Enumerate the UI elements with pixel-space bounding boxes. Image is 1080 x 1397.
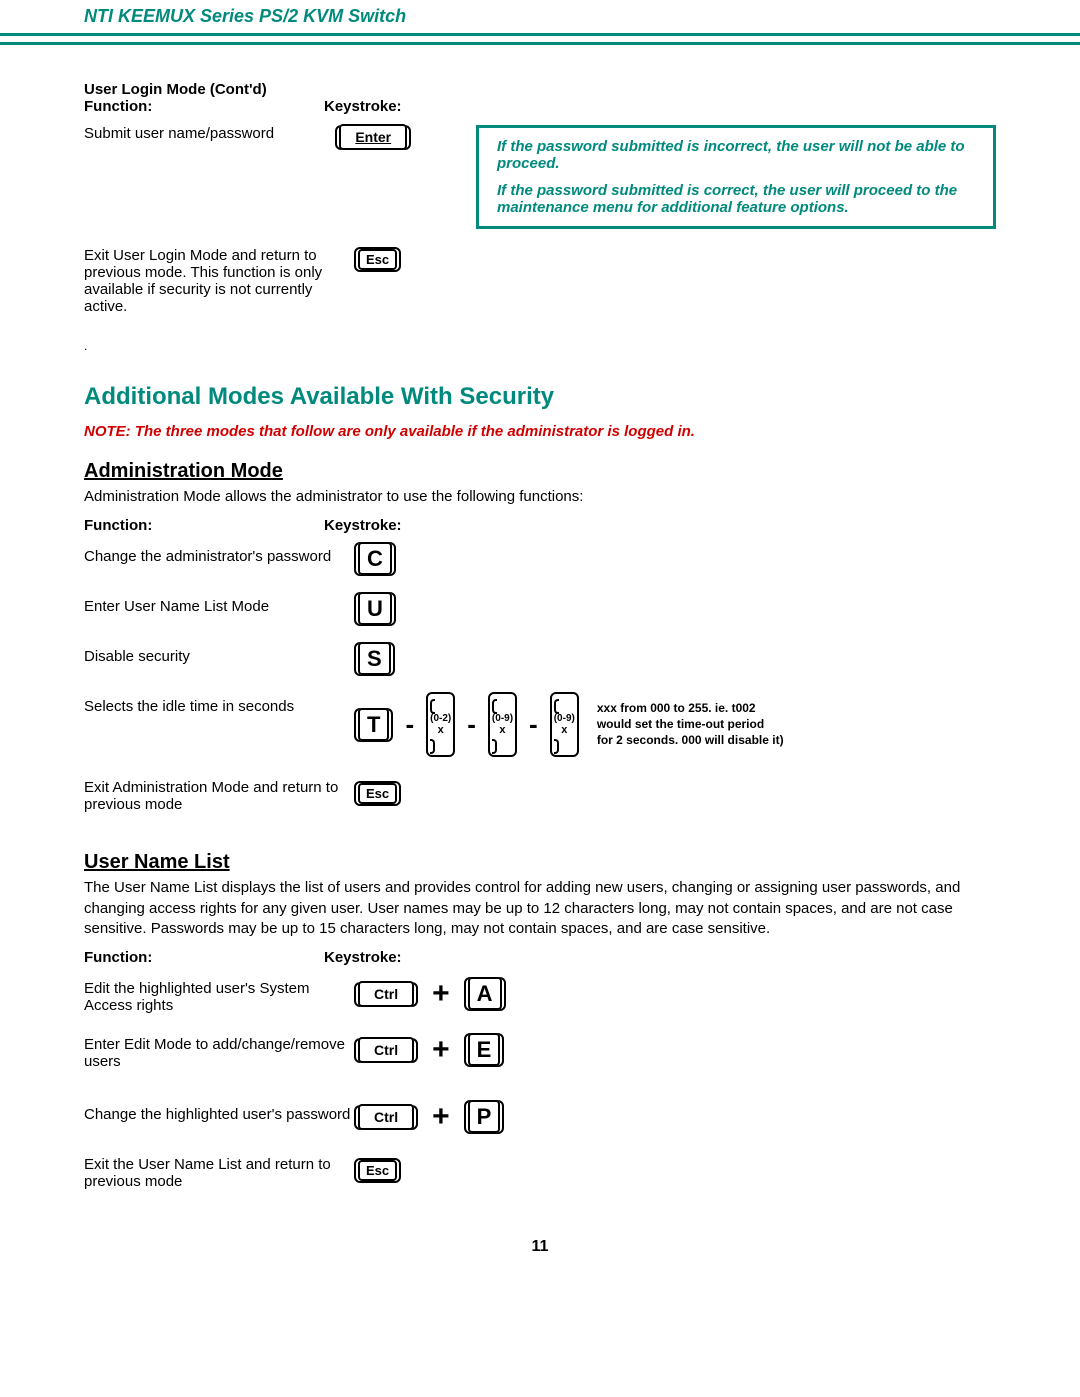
idle-note: xxx from 000 to 255. ie. t002 would set … [597, 701, 784, 748]
doc-header-title: NTI KEEMUX Series PS/2 KVM Switch [0, 0, 1080, 33]
page-body: User Login Mode (Cont'd) Function: Keyst… [0, 45, 1080, 1286]
key-C: C [354, 542, 396, 576]
col-headers-3: Function: Keystroke: [84, 949, 996, 966]
unl-table: Edit the highlighted user's System Acces… [84, 966, 996, 1198]
key-U: U [354, 592, 396, 626]
heading-admin-mode: Administration Mode [84, 460, 996, 483]
key-ctrl-3: Ctrl [354, 1105, 418, 1130]
key-esc-3: Esc [354, 1158, 401, 1183]
key-digit-3: (0-9)x [550, 692, 579, 757]
key-A: A [464, 977, 506, 1011]
col-headers-1: Function: Keystroke: [84, 98, 996, 115]
key-esc-1: Esc [354, 247, 401, 272]
admin-r2-func: Enter User Name List Mode [84, 584, 354, 634]
admin-r3-func: Disable security [84, 634, 354, 684]
label-function-2: Function: [84, 517, 324, 534]
admin-table: Change the administrator's password C En… [84, 534, 996, 821]
key-S: S [354, 642, 395, 676]
unl-r4-func: Exit the User Name List and return to pr… [84, 1142, 354, 1198]
label-function: Function: [84, 98, 324, 115]
admin-r1-func: Change the administrator's password [84, 534, 354, 584]
key-P: P [464, 1100, 505, 1134]
key-esc-2: Esc [354, 781, 401, 806]
label-function-3: Function: [84, 949, 324, 966]
dash-2: - [467, 709, 476, 740]
note-p2: If the password submitted is correct, th… [497, 182, 975, 216]
col-headers-2: Function: Keystroke: [84, 517, 996, 534]
admin-r5-func: Exit Administration Mode and return to p… [84, 765, 354, 821]
admin-r4-func: Selects the idle time in seconds [84, 684, 354, 765]
key-digit-2: (0-9)x [488, 692, 517, 757]
dash-1: - [405, 709, 414, 740]
plus-2: + [432, 1033, 450, 1067]
key-enter: Enter [335, 125, 411, 150]
unl-r1-func: Edit the highlighted user's System Acces… [84, 966, 354, 1022]
heading-user-name-list: User Name List [84, 851, 996, 874]
key-E: E [464, 1033, 505, 1067]
label-keystroke: Keystroke: [324, 98, 402, 115]
plus-3: + [432, 1100, 450, 1134]
unl-r2-func: Enter Edit Mode to add/change/remove use… [84, 1022, 354, 1078]
label-keystroke-3: Keystroke: [324, 949, 402, 966]
heading-additional-modes: Additional Modes Available With Security [84, 383, 996, 411]
key-digit-1: (0-2)x [426, 692, 455, 757]
key-ctrl-2: Ctrl [354, 1038, 418, 1063]
note-p1: If the password submitted is incorrect, … [497, 138, 975, 172]
admin-red-note: NOTE: The three modes that follow are on… [84, 423, 996, 440]
section-user-login-title: User Login Mode (Cont'd) [84, 81, 996, 98]
unl-r3-func: Change the highlighted user's password [84, 1078, 354, 1142]
unl-intro: The User Name List displays the list of … [84, 878, 996, 939]
func-submit-user: Submit user name/password [84, 125, 305, 142]
admin-intro: Administration Mode allows the administr… [84, 487, 996, 507]
key-ctrl-1: Ctrl [354, 982, 418, 1007]
key-T: T [354, 708, 393, 742]
header-double-rule [0, 33, 1080, 45]
func-exit-login: Exit User Login Mode and return to previ… [84, 247, 324, 315]
dash-3: - [529, 709, 538, 740]
page-number: 11 [84, 1238, 996, 1256]
password-note-box: If the password submitted is incorrect, … [476, 125, 996, 229]
label-keystroke-2: Keystroke: [324, 517, 402, 534]
plus-1: + [432, 977, 450, 1011]
spacer-dot: . [84, 339, 996, 353]
